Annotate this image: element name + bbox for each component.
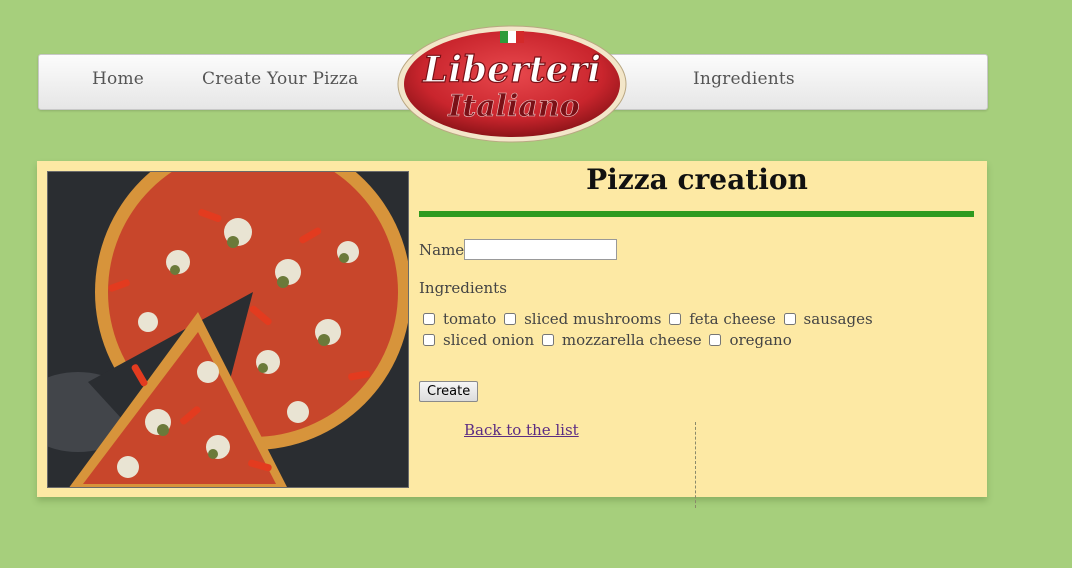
ingredient-option: tomato	[421, 309, 496, 330]
ingredient-label: mozzarella cheese	[561, 331, 702, 349]
ingredient-checkbox-sausages[interactable]	[783, 313, 796, 325]
ingredient-label: oregano	[729, 331, 792, 349]
nav-ingredients-link[interactable]: Ingredients	[693, 69, 795, 89]
pizza-form: Pizza creation Name Ingredients tomato s…	[419, 161, 975, 497]
logo-line1: Liberteri	[422, 49, 601, 91]
title-divider	[419, 211, 974, 217]
dashed-divider	[695, 422, 696, 508]
ingredients-checkbox-list: tomato sliced mushrooms feta cheese saus…	[421, 309, 977, 351]
ingredient-checkbox-mozzarella-cheese[interactable]	[541, 334, 554, 346]
name-input[interactable]	[464, 239, 618, 260]
ingredient-option: sliced mushrooms	[502, 309, 661, 330]
content-panel: Pizza creation Name Ingredients tomato s…	[37, 161, 987, 497]
pizza-photo	[47, 171, 409, 488]
nav-home-link[interactable]: Home	[92, 69, 144, 89]
ingredients-label: Ingredients	[419, 279, 507, 297]
nav-create-pizza-link[interactable]: Create Your Pizza	[202, 69, 358, 89]
ingredient-checkbox-oregano[interactable]	[709, 334, 722, 346]
ingredient-option: mozzarella cheese	[540, 330, 702, 351]
logo-line2: Italiano	[447, 89, 579, 124]
ingredient-option: sausages	[782, 309, 873, 330]
page-title: Pizza creation	[586, 163, 808, 196]
ingredient-option: feta cheese	[667, 309, 776, 330]
italy-flag-icon	[500, 31, 524, 43]
ingredient-checkbox-feta-cheese[interactable]	[669, 313, 682, 325]
ingredient-label: sliced onion	[443, 331, 535, 349]
ingredient-checkbox-tomato[interactable]	[423, 313, 435, 325]
ingredient-label: sliced mushrooms	[524, 310, 662, 328]
brand-logo[interactable]: Liberteri Italiano	[396, 22, 628, 144]
ingredient-checkbox-sliced-mushrooms[interactable]	[504, 313, 517, 325]
ingredient-option: sliced onion	[421, 330, 534, 351]
ingredient-label: tomato	[443, 310, 497, 328]
name-label: Name	[419, 240, 465, 259]
ingredient-label: feta cheese	[689, 310, 776, 328]
ingredient-label: sausages	[803, 310, 873, 328]
back-to-list-link[interactable]: Back to the list	[464, 421, 579, 439]
name-field-row: Name	[419, 239, 618, 260]
create-button[interactable]: Create	[419, 381, 479, 402]
ingredient-option: oregano	[707, 330, 792, 351]
ingredient-checkbox-sliced-onion[interactable]	[423, 334, 435, 346]
